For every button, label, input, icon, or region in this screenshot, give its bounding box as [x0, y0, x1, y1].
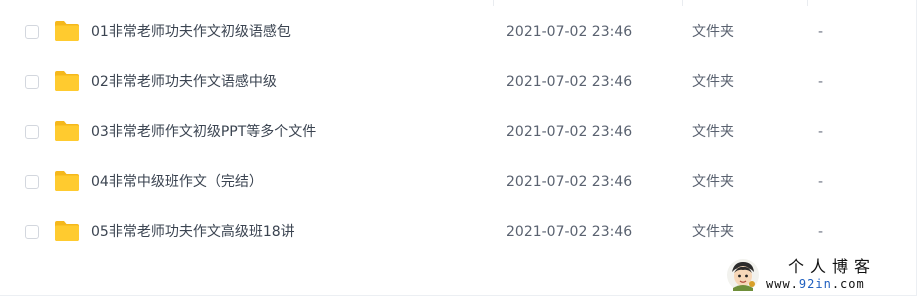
blog-avatar-icon: [727, 259, 759, 291]
file-name[interactable]: 03非常老师作文初级PPT等多个文件: [91, 122, 316, 142]
modified-date: 2021-07-02 23:46: [506, 74, 633, 90]
column-divider: [493, 0, 494, 6]
file-row[interactable]: 01非常老师功夫作文初级语感包 2021-07-02 23:46 文件夹 -: [0, 8, 916, 58]
modified-date: 2021-07-02 23:46: [506, 174, 633, 190]
file-size: -: [818, 174, 824, 190]
file-name[interactable]: 05非常老师功夫作文高级班18讲: [91, 222, 295, 242]
folder-icon: [55, 221, 79, 241]
file-type: 文件夹: [692, 124, 734, 140]
column-divider: [682, 0, 683, 6]
folder-icon: [55, 71, 79, 91]
file-size: -: [818, 74, 824, 90]
folder-icon: [55, 121, 79, 141]
modified-date: 2021-07-02 23:46: [506, 124, 633, 140]
watermark-title: 个人博客: [788, 257, 877, 276]
blog-watermark: 个人博客 www.92in.com: [718, 253, 918, 297]
file-row[interactable]: 03非常老师作文初级PPT等多个文件 2021-07-02 23:46 文件夹 …: [0, 108, 916, 158]
file-size: -: [818, 124, 824, 140]
file-row[interactable]: 02非常老师功夫作文语感中级 2021-07-02 23:46 文件夹 -: [0, 58, 916, 108]
column-divider: [807, 0, 808, 6]
checkbox-icon[interactable]: [25, 225, 39, 239]
modified-date: 2021-07-02 23:46: [506, 224, 633, 240]
modified-date: 2021-07-02 23:46: [506, 24, 633, 40]
watermark-url: www.92in.com: [766, 277, 865, 291]
file-size: -: [818, 224, 824, 240]
file-row[interactable]: 04非常中级班作文（完结） 2021-07-02 23:46 文件夹 -: [0, 158, 916, 208]
file-type: 文件夹: [692, 224, 734, 240]
file-name[interactable]: 02非常老师功夫作文语感中级: [91, 72, 277, 92]
folder-icon: [55, 21, 79, 41]
checkbox-icon[interactable]: [25, 125, 39, 139]
checkbox-icon[interactable]: [25, 175, 39, 189]
file-size: -: [818, 24, 824, 40]
file-type: 文件夹: [692, 24, 734, 40]
file-type: 文件夹: [692, 174, 734, 190]
file-type: 文件夹: [692, 74, 734, 90]
file-name[interactable]: 04非常中级班作文（完结）: [91, 172, 263, 192]
file-row[interactable]: 05非常老师功夫作文高级班18讲 2021-07-02 23:46 文件夹 -: [0, 208, 916, 258]
checkbox-icon[interactable]: [25, 25, 39, 39]
folder-icon: [55, 171, 79, 191]
file-name[interactable]: 01非常老师功夫作文初级语感包: [91, 22, 291, 42]
checkbox-icon[interactable]: [25, 75, 39, 89]
